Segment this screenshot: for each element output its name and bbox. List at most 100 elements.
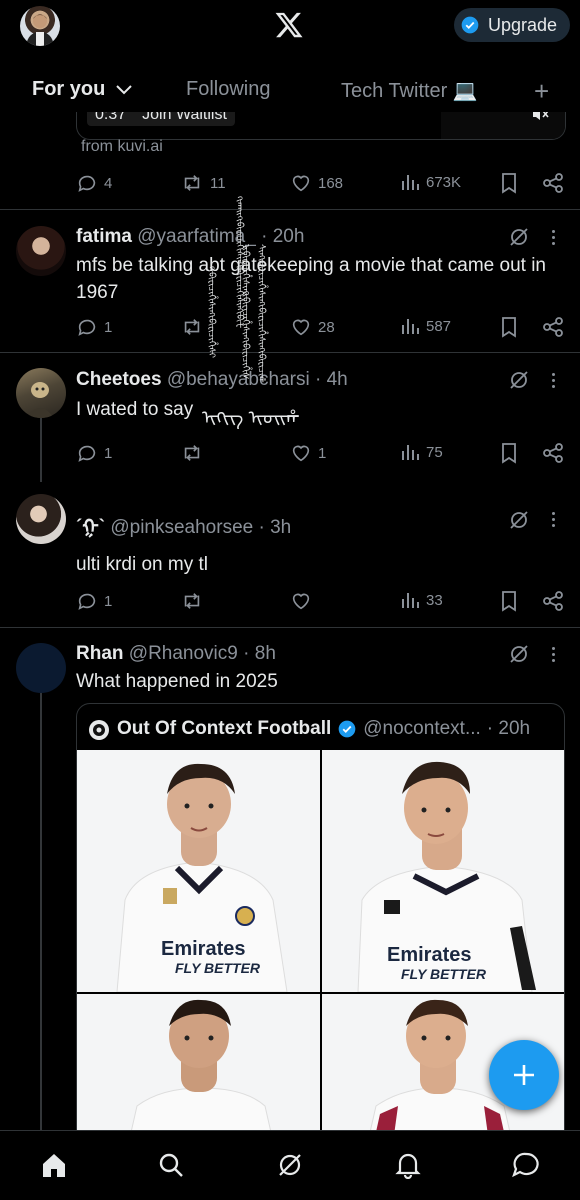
display-name[interactable]: ´ᠭ` <box>76 517 105 538</box>
views-icon <box>402 445 419 460</box>
more-icon[interactable] <box>552 230 556 248</box>
bookmark-icon[interactable] <box>500 316 518 338</box>
views-count: 587 <box>426 317 452 335</box>
avatar[interactable] <box>16 494 66 544</box>
repost-count: 11 <box>210 174 226 192</box>
like-icon <box>292 445 310 462</box>
search-icon[interactable] <box>157 1151 185 1179</box>
views-button[interactable]: 75 <box>400 442 443 462</box>
like-button[interactable] <box>290 590 312 612</box>
display-name[interactable]: Cheetoes <box>76 369 162 390</box>
quoted-header: Out Of Context Football @nocontext... · … <box>117 718 530 740</box>
jersey-slogan: FLY BETTER <box>401 966 487 982</box>
reply-button[interactable]: 1 <box>76 316 112 338</box>
quoted-handle: @nocontext... <box>363 718 481 739</box>
upgrade-button[interactable]: Upgrade <box>454 8 570 42</box>
notifications-icon[interactable] <box>394 1151 422 1179</box>
reply-button[interactable]: 1 <box>76 590 112 612</box>
bookmark-icon[interactable] <box>500 172 518 194</box>
tab-label: For you <box>32 78 106 100</box>
top-bar: Upgrade For you Following Tech Twitter 💻… <box>0 0 580 112</box>
avatar[interactable] <box>16 368 66 418</box>
repost-icon <box>184 175 200 191</box>
avatar[interactable] <box>16 643 66 693</box>
tweet-actions: 1 28 587 <box>76 316 566 340</box>
tab-for-you[interactable]: For you <box>32 78 133 101</box>
views-button[interactable]: 33 <box>400 590 443 610</box>
reply-icon <box>78 319 96 336</box>
reply-button[interactable]: 4 <box>76 172 112 194</box>
views-button[interactable]: 673K <box>400 172 461 192</box>
like-count: 1 <box>318 444 327 462</box>
grid-divider <box>320 750 322 1142</box>
tab-following[interactable]: Following <box>186 78 270 101</box>
timestamp: · 8h <box>243 643 276 664</box>
divider <box>0 209 580 210</box>
repost-button[interactable] <box>180 590 204 612</box>
tweet-header: Rhan @Rhanovic9 · 8h <box>76 643 276 665</box>
reply-count: 1 <box>104 318 113 336</box>
like-icon <box>292 175 310 192</box>
tweet-header: fatima @yaarfatima_ · 20h <box>76 226 304 248</box>
like-button[interactable]: 168 <box>290 172 343 194</box>
reply-icon <box>78 445 96 462</box>
divider <box>0 352 580 353</box>
repost-button[interactable] <box>180 316 204 338</box>
jersey-slogan: FLY BETTER <box>175 960 261 976</box>
views-icon <box>402 175 419 190</box>
repost-button[interactable] <box>180 442 204 464</box>
handle[interactable]: @pinkseahorsee <box>110 517 253 538</box>
add-tab-icon[interactable]: + <box>534 76 549 107</box>
reply-count: 1 <box>104 592 113 610</box>
grok-icon[interactable] <box>508 509 530 531</box>
grok-icon[interactable] <box>508 226 530 248</box>
upgrade-label: Upgrade <box>488 14 558 35</box>
ad-source: from kuvi.ai <box>81 138 163 155</box>
quoted-timestamp: · 20h <box>486 718 531 739</box>
more-icon[interactable] <box>552 512 556 530</box>
like-button[interactable]: 28 <box>290 316 335 338</box>
more-icon[interactable] <box>552 373 556 391</box>
compose-button[interactable] <box>489 1040 559 1110</box>
views-icon <box>402 593 419 608</box>
home-icon[interactable] <box>40 1151 68 1179</box>
reply-count: 4 <box>104 174 113 192</box>
repost-icon <box>184 445 200 461</box>
bookmark-icon[interactable] <box>500 590 518 612</box>
timestamp: · 20h <box>261 226 305 247</box>
bottom-nav <box>0 1130 580 1200</box>
compose-icon <box>514 1065 534 1085</box>
profile-avatar[interactable] <box>20 6 60 46</box>
like-icon <box>292 319 310 336</box>
share-icon[interactable] <box>542 316 564 338</box>
views-button[interactable]: 587 <box>400 316 451 336</box>
more-icon[interactable] <box>552 647 556 665</box>
views-icon <box>402 319 419 334</box>
display-name[interactable]: Rhan <box>76 643 124 664</box>
grok-icon[interactable] <box>276 1151 304 1179</box>
bookmark-icon[interactable] <box>500 442 518 464</box>
share-icon[interactable] <box>542 590 564 612</box>
tab-tech-twitter[interactable]: Tech Twitter 💻 <box>341 78 478 103</box>
share-icon[interactable] <box>542 442 564 464</box>
like-icon <box>292 593 310 610</box>
glitch-overlay-text: ᡳᠬᡳᠭ ᡳᠣᡳᡥ <box>202 408 300 429</box>
timeline-tabs: For you Following Tech Twitter 💻 + <box>0 74 580 108</box>
like-count: 28 <box>318 318 335 336</box>
x-logo-icon[interactable] <box>274 10 304 40</box>
repost-button[interactable]: 11 <box>180 172 226 194</box>
like-button[interactable]: 1 <box>290 442 326 464</box>
reply-button[interactable]: 1 <box>76 442 112 464</box>
grok-icon[interactable] <box>508 369 530 391</box>
display-name[interactable]: fatima <box>76 226 132 247</box>
repost-icon <box>184 593 200 609</box>
messages-icon[interactable] <box>511 1151 541 1179</box>
chevron-down-icon <box>116 85 132 95</box>
tweet-actions: 1 33 <box>76 590 566 614</box>
share-icon[interactable] <box>542 172 564 194</box>
avatar[interactable] <box>16 226 66 276</box>
player-photo[interactable] <box>77 994 320 1142</box>
handle[interactable]: @Rhanovic9 <box>129 643 238 664</box>
verified-icon <box>461 16 479 34</box>
grok-icon[interactable] <box>508 643 530 665</box>
